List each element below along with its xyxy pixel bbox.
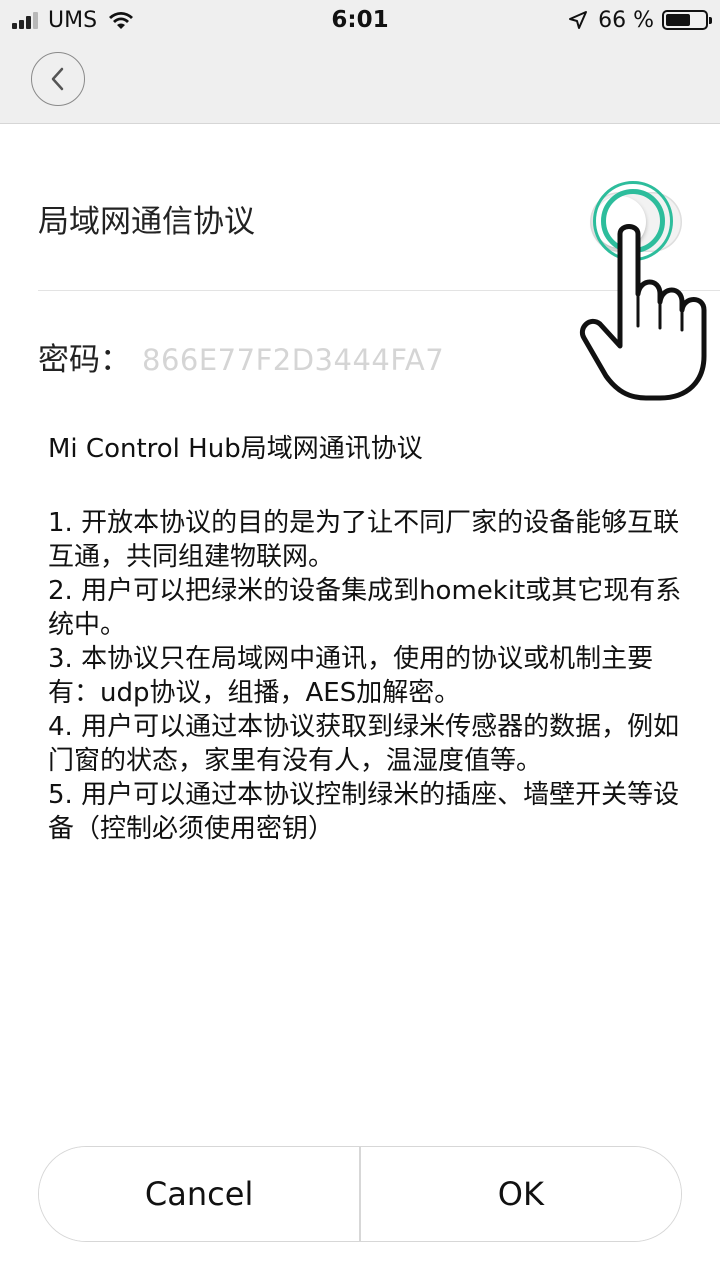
pointing-hand-icon <box>580 224 707 401</box>
back-button[interactable] <box>31 52 85 106</box>
protocol-item: 1. 开放本协议的目的是为了让不同厂家的设备能够互联互通，共同组建物联网。 <box>48 508 680 572</box>
location-arrow-icon <box>569 11 588 29</box>
lan-protocol-label: 局域网通信协议 <box>38 204 255 240</box>
battery-icon <box>662 10 712 30</box>
protocol-title: Mi Control Hub局域网通讯协议 <box>48 434 423 464</box>
status-bar: UMS 6:01 66 % <box>0 0 720 40</box>
protocol-description: Mi Control Hub局域网通讯协议 1. 开放本协议的目的是为了让不同厂… <box>48 430 688 846</box>
battery-percent: 66 % <box>598 7 654 33</box>
dialog-button-bar: Cancel OK <box>38 1146 682 1242</box>
battery-fill <box>666 14 690 26</box>
nav-bar <box>0 40 720 124</box>
cancel-button[interactable]: Cancel <box>39 1147 360 1241</box>
ok-button[interactable]: OK <box>360 1147 681 1241</box>
status-right: 66 % <box>568 4 712 36</box>
password-value: 866E77F2D3444FA7 <box>142 343 445 377</box>
protocol-list: 1. 开放本协议的目的是为了让不同厂家的设备能够互联互通，共同组建物联网。 2.… <box>48 506 688 846</box>
protocol-item: 2. 用户可以把绿米的设备集成到homekit或其它现有系统中。 <box>48 576 682 640</box>
screen: UMS 6:01 66 % 局域网通信协议 密码： 866E77F2D3444F… <box>0 0 720 1280</box>
protocol-item: 3. 本协议只在局域网中通讯，使用的协议或机制主要有：udp协议，组播，AES加… <box>48 644 654 708</box>
protocol-item: 5. 用户可以通过本协议控制绿米的插座、墙壁开关等设备（控制必须使用密钥） <box>48 780 680 844</box>
password-label: 密码： <box>38 342 131 378</box>
protocol-item: 4. 用户可以通过本协议获取到绿米传感器的数据，例如门窗的状态，家里有没有人，温… <box>48 712 680 776</box>
chevron-left-icon <box>51 67 64 91</box>
